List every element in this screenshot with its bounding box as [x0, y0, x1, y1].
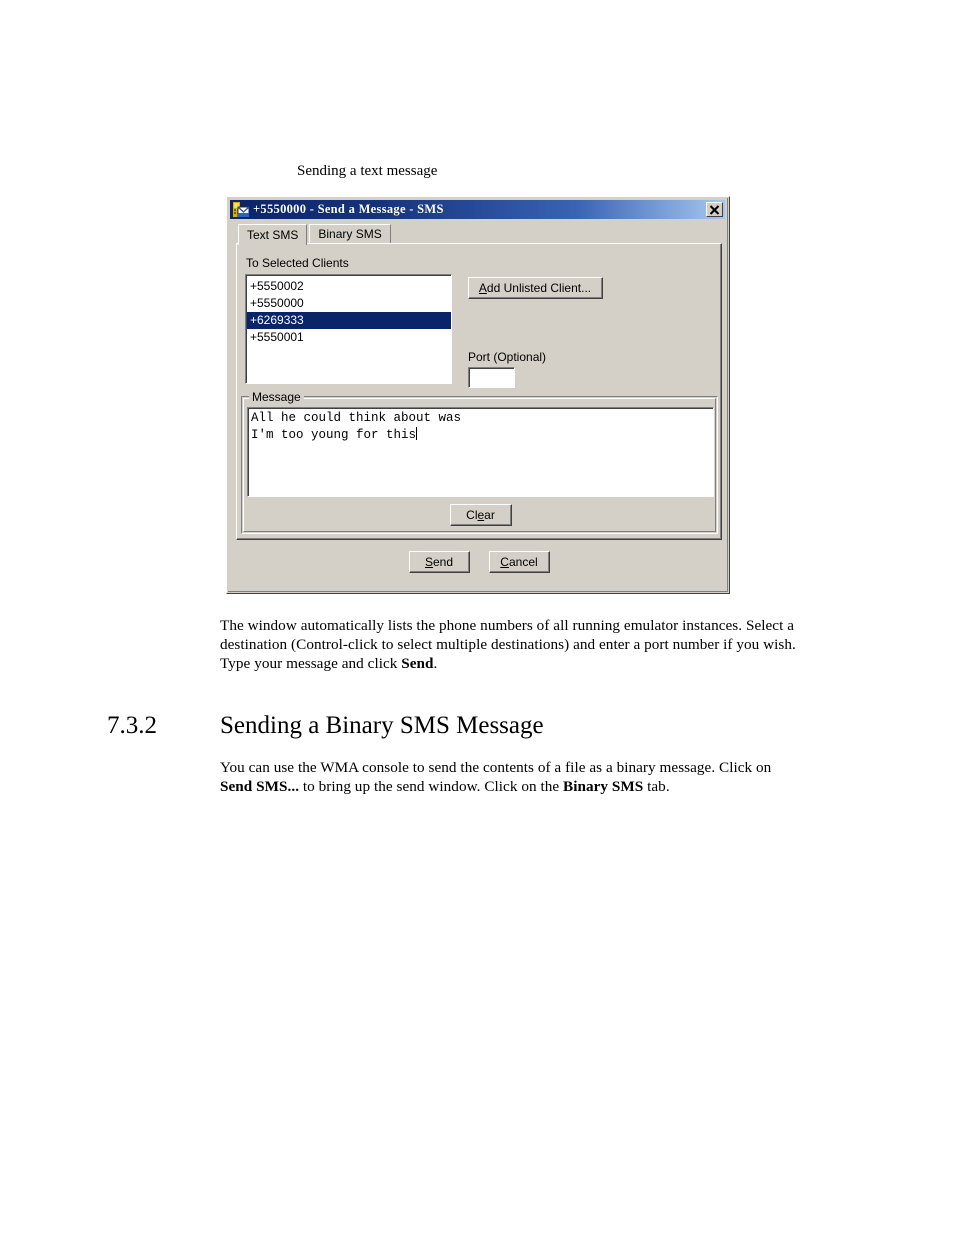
list-item-label: +6269333 [250, 313, 304, 327]
list-item[interactable]: +5550000 [247, 295, 451, 312]
add-unlisted-client-button-label: Add Unlisted Client... [478, 280, 592, 295]
cancel-button-inner: Cancel [490, 552, 549, 572]
emphasis-text: Send SMS... [220, 778, 300, 796]
message-line-2: I'm too young for this [251, 428, 417, 442]
port-input[interactable] [468, 367, 515, 388]
dialog-inner-frame: +5550000 - Send a Message - SMS Text SMS… [228, 198, 728, 592]
section-number: 7.3.2 [107, 712, 157, 739]
list-item-label: +5550000 [250, 296, 304, 310]
cancel-button[interactable]: Cancel [489, 551, 550, 573]
port-label: Port (Optional) [468, 350, 547, 364]
dialog-titlebar[interactable]: +5550000 - Send a Message - SMS [230, 200, 725, 219]
text-caret [416, 427, 418, 440]
recipients-label: To Selected Clients [246, 256, 349, 270]
clear-button-label: Clear [466, 507, 495, 522]
list-item-label: +5550002 [250, 279, 304, 293]
emphasis-text: Binary SMS [563, 778, 644, 796]
tab-binary-sms-label: Binary SMS [318, 227, 382, 241]
paragraph-binary-sms: You can use the WMA console to send the … [220, 758, 800, 796]
body-text: . [433, 655, 438, 673]
figure-caption: Sending a text message [297, 163, 438, 179]
close-icon[interactable] [706, 202, 723, 217]
tab-binary-sms[interactable]: Binary SMS [309, 224, 391, 243]
list-item-selected[interactable]: +6269333 [247, 312, 451, 329]
add-unlisted-client-button[interactable]: Add Unlisted Client... [468, 277, 603, 299]
paragraph-after-figure: The window automatically lists the phone… [220, 616, 800, 674]
tab-text-sms-label: Text SMS [247, 228, 299, 242]
recipient-listbox-inner: +5550002 +5550000 +6269333 +5550001 [246, 275, 451, 383]
body-text: tab. [643, 778, 670, 796]
tab-text-sms[interactable]: Text SMS [238, 224, 308, 245]
message-textarea[interactable]: All he could think about was I'm too you… [247, 407, 714, 497]
tabstrip: Text SMS Binary SMS [238, 224, 391, 245]
message-textarea-inner: All he could think about was I'm too you… [248, 408, 713, 496]
tab-panel-text-sms: To Selected Clients +5550002 +5550000 +6… [236, 243, 722, 540]
recipient-listbox[interactable]: +5550002 +5550000 +6269333 +5550001 [245, 274, 452, 384]
cancel-button-label: Cancel [500, 554, 538, 569]
section-title: Sending a Binary SMS Message [220, 712, 544, 739]
send-button-inner: Send [410, 552, 469, 572]
add-unlisted-client-button-inner: Add Unlisted Client... [469, 278, 602, 298]
list-item-label: +5550001 [250, 330, 304, 344]
dialog-title: +5550000 - Send a Message - SMS [253, 202, 444, 216]
section-heading: 7.3.2 Sending a Binary SMS Message [107, 712, 544, 740]
message-groupbox: Message All he could think about was I'm… [241, 390, 718, 534]
body-text: to bring up the send window. Click on th… [299, 778, 564, 796]
tab-panel-inner: To Selected Clients +5550002 +5550000 +6… [237, 244, 721, 539]
emphasis-text: Send [401, 655, 434, 673]
body-text: The window automatically lists the phone… [220, 617, 796, 673]
send-button[interactable]: Send [409, 551, 470, 573]
clear-button[interactable]: Clear [450, 504, 512, 526]
message-groupbox-title: Message [249, 390, 304, 404]
send-button-label: Send [424, 554, 454, 569]
port-input-inner [469, 368, 514, 387]
clear-button-inner: Clear [451, 505, 511, 525]
send-message-dialog: +5550000 - Send a Message - SMS Text SMS… [226, 196, 730, 594]
phone-message-icon [233, 202, 250, 218]
message-line-1: All he could think about was [251, 411, 462, 425]
body-text: You can use the WMA console to send the … [220, 759, 772, 776]
list-item[interactable]: +5550001 [247, 329, 451, 346]
list-item[interactable]: +5550002 [247, 278, 451, 295]
